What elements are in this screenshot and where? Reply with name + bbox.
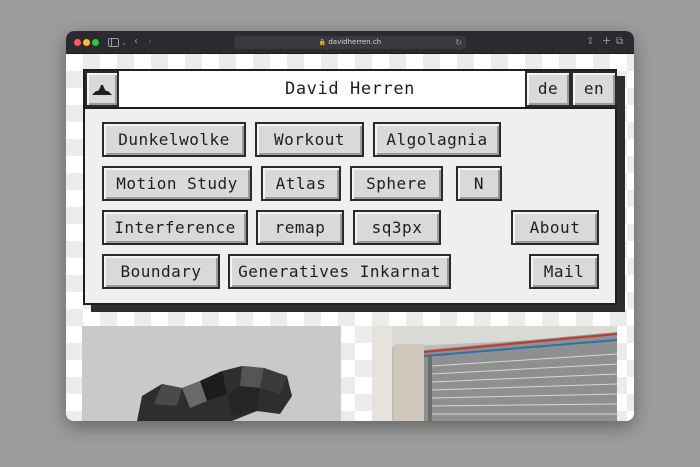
maximize-window-button[interactable] [92, 39, 99, 46]
navigation-panel: David Herren de en Dunkelwolke Workout A… [83, 69, 617, 305]
nav-about-button[interactable]: About [511, 210, 599, 245]
installation-photo[interactable] [372, 326, 617, 421]
nav-mail-button[interactable]: Mail [529, 254, 599, 289]
url-text: davidherren.ch [328, 38, 382, 46]
nav-sphere-button[interactable]: Sphere [350, 166, 443, 201]
language-de-button[interactable]: de [525, 71, 571, 107]
nav-generatives-inkarnat-button[interactable]: Generatives Inkarnat [228, 254, 451, 289]
reload-icon[interactable]: ↻ [455, 36, 462, 49]
browser-toolbar: ⌄ ‹ › 🔒 davidherren.ch ↻ ⇪ + ⧉ [66, 31, 634, 54]
nav-sq3px-button[interactable]: sq3px [353, 210, 441, 245]
minimize-window-button[interactable] [83, 39, 90, 46]
language-en-button[interactable]: en [571, 71, 617, 107]
sculpture-image [82, 326, 341, 421]
sculpture-photo[interactable] [82, 326, 341, 421]
sidebar-toggle-icon[interactable] [108, 38, 119, 47]
nav-interference-button[interactable]: Interference [102, 210, 248, 245]
lock-icon: 🔒 [318, 39, 327, 46]
nav-atlas-button[interactable]: Atlas [261, 166, 341, 201]
home-logo-button[interactable] [85, 71, 119, 107]
installation-image [372, 326, 617, 421]
nav-dunkelwolke-button[interactable]: Dunkelwolke [102, 122, 246, 157]
page-content: David Herren de en Dunkelwolke Workout A… [66, 54, 634, 421]
new-tab-icon[interactable]: + [602, 35, 611, 47]
nav-motion-study-button[interactable]: Motion Study [102, 166, 252, 201]
nav-algolagnia-button[interactable]: Algolagnia [373, 122, 501, 157]
header-bar: David Herren de en [85, 71, 617, 109]
nav-n-button[interactable]: N [456, 166, 502, 201]
nav-remap-button[interactable]: remap [256, 210, 344, 245]
share-icon[interactable]: ⇪ [586, 36, 594, 48]
mountain-icon [92, 85, 112, 95]
tab-overview-icon[interactable]: ⧉ [616, 36, 623, 48]
page-title: David Herren [284, 79, 416, 99]
chevron-down-icon[interactable]: ⌄ [121, 37, 127, 49]
address-bar[interactable]: 🔒 davidherren.ch ↻ [234, 36, 466, 49]
nav-boundary-button[interactable]: Boundary [102, 254, 220, 289]
close-window-button[interactable] [74, 39, 81, 46]
browser-window: ⌄ ‹ › 🔒 davidherren.ch ↻ ⇪ + ⧉ David Herr… [66, 31, 634, 421]
forward-arrow-icon[interactable]: › [148, 36, 152, 48]
back-arrow-icon[interactable]: ‹ [134, 36, 138, 48]
nav-workout-button[interactable]: Workout [255, 122, 364, 157]
